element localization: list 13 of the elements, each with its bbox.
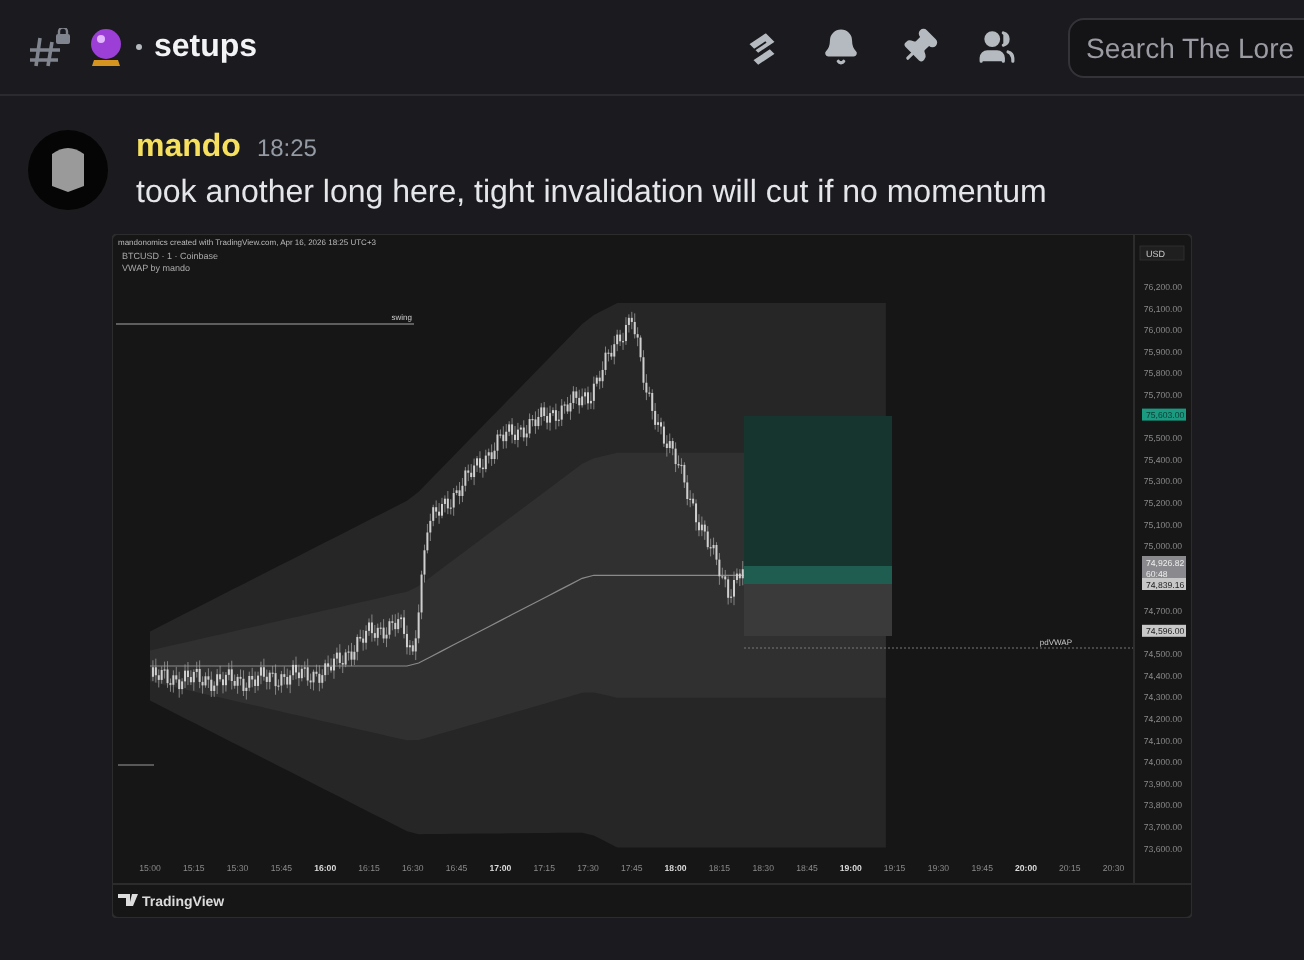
- user-avatar[interactable]: [28, 130, 108, 210]
- separator-dot: [136, 44, 142, 50]
- search-field[interactable]: Search The Lore: [1068, 17, 1304, 77]
- hash-lock-icon: [28, 27, 72, 67]
- message-time: 18:25: [256, 134, 317, 162]
- tradingview-logo-icon: [118, 894, 138, 906]
- members-icon[interactable]: [978, 28, 1016, 66]
- channel-name: setups: [154, 29, 258, 65]
- crystal-ball-icon: [88, 27, 124, 67]
- message-text: took another long here, tight invalidation will cut if no momentum: [136, 176, 1049, 212]
- bell-icon[interactable]: [822, 28, 860, 66]
- marker-line: [117, 764, 155, 766]
- author-name[interactable]: mando: [136, 130, 241, 166]
